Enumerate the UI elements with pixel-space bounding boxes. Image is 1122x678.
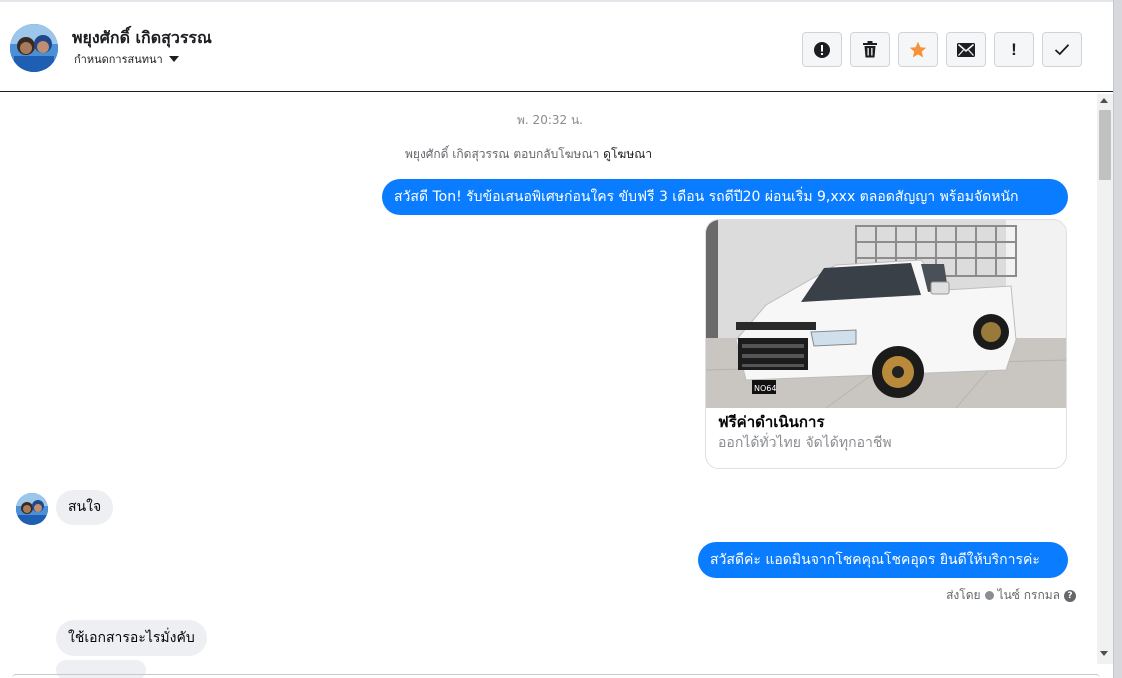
car-photo: NO64 xyxy=(706,220,1066,409)
sent-by-info: ส่งโดย ไนซ์ กรกมล ? xyxy=(946,586,1076,605)
scroll-down-arrow-icon[interactable] xyxy=(1100,651,1108,656)
checkmark-icon xyxy=(1054,43,1070,56)
assign-conversation-dropdown[interactable]: กำหนดการสนทนา xyxy=(74,50,179,68)
assign-label: กำหนดการสนทนา xyxy=(74,53,163,66)
trash-icon xyxy=(862,41,878,58)
ad-card[interactable]: NO64 ฟรีค่าดำเนินการ ออกได้ทั่วไทย จัดได… xyxy=(705,219,1067,469)
incoming-message: สนใจ xyxy=(56,490,114,525)
star-icon xyxy=(909,41,927,59)
done-button[interactable] xyxy=(1042,32,1082,67)
incoming-message: ใช้เอกสารอะไรมั่งคับ xyxy=(56,620,207,656)
conversation-header: พยุงศักดิ์ เกิดสุวรรณ กำหนดการสนทนา ! xyxy=(0,0,1113,92)
message-composer[interactable] xyxy=(12,674,1100,678)
alert-circle-icon xyxy=(813,41,831,59)
card-subtitle: ออกได้ทั่วไทย จัดได้ทุกอาชีพ xyxy=(718,435,892,451)
outgoing-message: สวัสดีค่ะ แอดมินจากโชคคุณโชคอุดร ยินดีให… xyxy=(698,542,1068,578)
message-timestamp: พ. 20:32 น. xyxy=(517,113,583,127)
caret-down-icon xyxy=(168,56,179,62)
envelope-icon xyxy=(957,42,975,57)
contact-avatar[interactable] xyxy=(10,24,58,72)
help-icon[interactable]: ? xyxy=(1064,589,1076,602)
spam-button[interactable] xyxy=(802,32,842,67)
scroll-up-arrow-icon[interactable] xyxy=(1100,98,1108,103)
sender-status-icon xyxy=(984,591,994,600)
follow-up-button[interactable]: ! xyxy=(994,32,1034,67)
delete-button[interactable] xyxy=(850,32,890,67)
mark-unread-button[interactable] xyxy=(946,32,986,67)
sent-by-name: ไนซ์ กรกมล xyxy=(997,588,1060,602)
license-plate: NO64 xyxy=(754,384,776,393)
window-edge xyxy=(1113,0,1122,678)
contact-name: พยุงศักดิ์ เกิดสุวรรณ xyxy=(72,28,212,47)
view-ad-link[interactable]: ดูโฆษณา xyxy=(603,147,652,161)
ad-reply-notice: พยุงศักดิ์ เกิดสุวรรณ ตอบกลับโฆษณา ดูโฆษ… xyxy=(405,145,652,164)
card-title: ฟรีค่าดำเนินการ xyxy=(718,413,825,431)
sent-by-label: ส่งโดย xyxy=(946,588,981,602)
scrollbar-thumb[interactable] xyxy=(1099,110,1111,180)
outgoing-message: สวัสดี Ton! รับข้อเสนอพิเศษก่อนใคร ขับฟร… xyxy=(382,179,1068,215)
sender-avatar xyxy=(16,493,48,525)
exclamation-icon: ! xyxy=(1011,39,1017,59)
star-button[interactable] xyxy=(898,32,938,67)
ad-reply-text: พยุงศักดิ์ เกิดสุวรรณ ตอบกลับโฆษณา xyxy=(405,147,600,161)
